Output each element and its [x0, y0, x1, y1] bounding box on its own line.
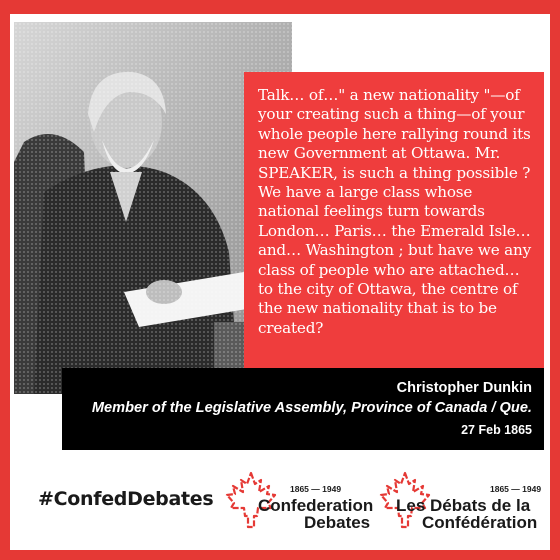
quote-text: Talk… of…" a new nationality "—of your c…	[258, 86, 531, 337]
logo-fr-years: 1865 — 1949	[490, 484, 542, 494]
attribution-box: Christopher Dunkin Member of the Legisla…	[62, 368, 544, 450]
logo-en-line1: Confederation	[258, 496, 374, 515]
logo-en-line2: Debates	[304, 513, 371, 532]
speaker-role: Member of the Legislative Assembly, Prov…	[91, 400, 532, 416]
logo-fr-line2: Confédération	[422, 513, 538, 532]
hashtag[interactable]: #ConfedDebates	[38, 488, 214, 510]
speaker-name: Christopher Dunkin	[396, 380, 532, 396]
quote-box: Talk… of…" a new nationality "—of your c…	[244, 72, 544, 368]
logo-fr-line1: Les Débats de la	[396, 496, 531, 515]
les-debats-logo[interactable]: 1865 — 1949 Les Débats de la Confédérati…	[378, 468, 544, 534]
confederation-debates-logo[interactable]: 1865 — 1949 Confederation Debates	[224, 468, 374, 534]
logo-en-years: 1865 — 1949	[290, 484, 342, 494]
speech-date: 27 Feb 1865	[461, 423, 532, 437]
